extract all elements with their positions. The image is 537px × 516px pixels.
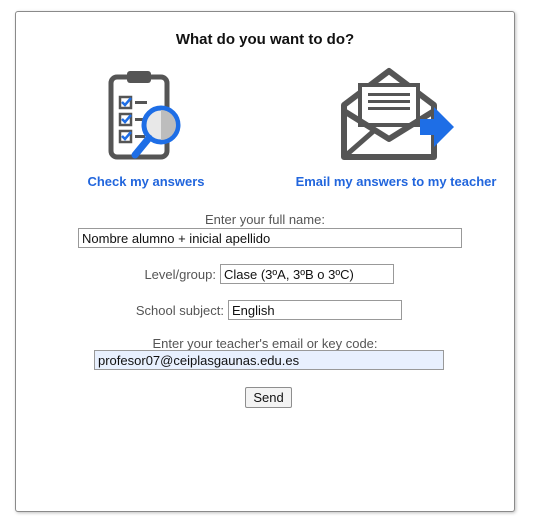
- send-button[interactable]: Send: [245, 387, 292, 408]
- dialog: What do you want to do? Check my answers…: [15, 11, 515, 512]
- full-name-label: Enter your full name:: [205, 212, 325, 227]
- school-subject-input[interactable]: [228, 300, 402, 320]
- email-teacher-link[interactable]: Email my answers to my teacher: [286, 174, 506, 189]
- full-name-input[interactable]: [78, 228, 462, 248]
- check-answers-link[interactable]: Check my answers: [66, 174, 226, 189]
- check-answers-action[interactable]: Check my answers: [66, 67, 226, 189]
- email-teacher-action[interactable]: Email my answers to my teacher: [286, 67, 506, 189]
- teacher-email-label: Enter your teacher's email or key code:: [152, 336, 378, 351]
- teacher-email-input[interactable]: [94, 350, 444, 370]
- clipboard-magnifier-icon: [105, 67, 187, 168]
- school-subject-label: School subject:: [135, 303, 224, 318]
- level-group-label: Level/group:: [144, 267, 216, 282]
- envelope-arrow-icon: [334, 67, 458, 168]
- level-group-input[interactable]: [220, 264, 394, 284]
- dialog-title: What do you want to do?: [175, 31, 355, 48]
